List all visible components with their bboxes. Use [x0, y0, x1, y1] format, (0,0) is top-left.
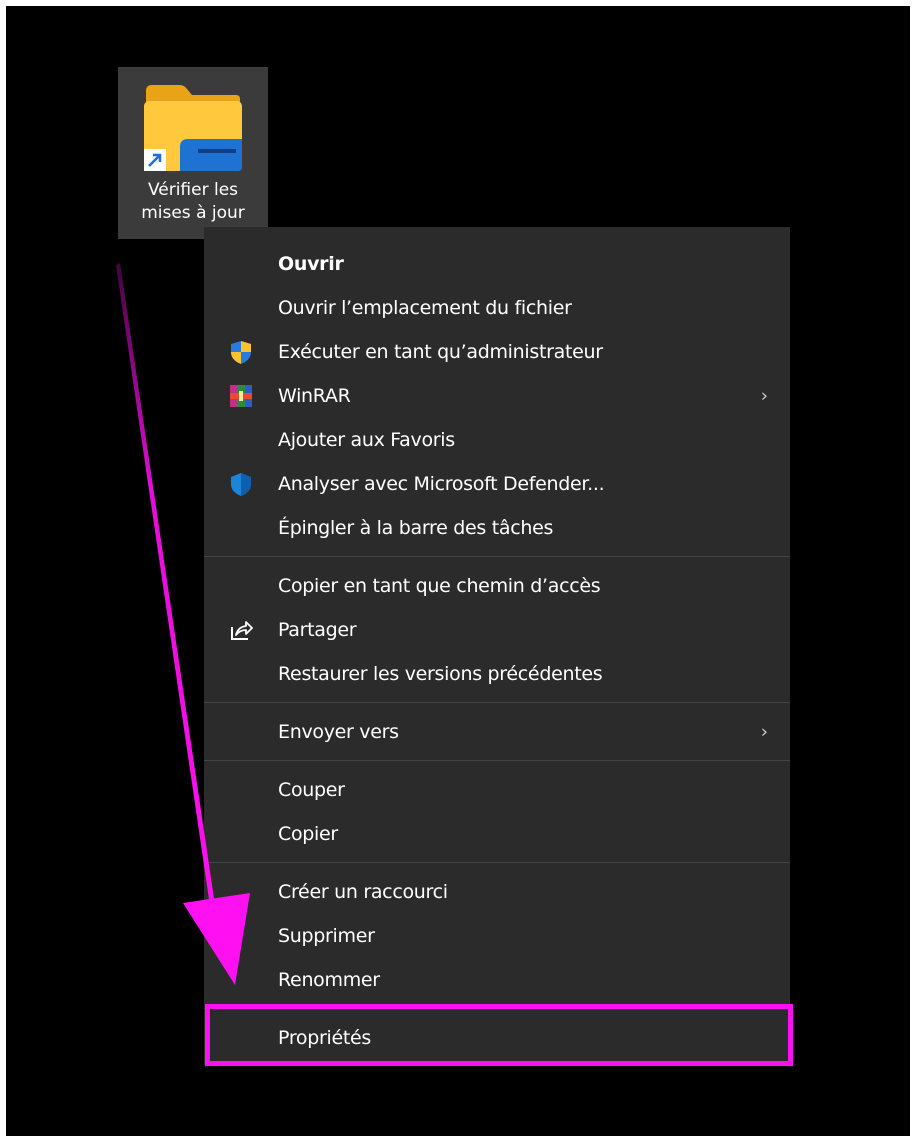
- menu-item-label: Analyser avec Microsoft Defender...: [278, 473, 605, 495]
- menu-item-copy[interactable]: Copier: [204, 813, 790, 855]
- menu-item-open-file-location[interactable]: Ouvrir l’emplacement du fichier: [204, 287, 790, 329]
- menu-item-open[interactable]: Ouvrir: [204, 243, 790, 285]
- defender-icon: [231, 473, 251, 496]
- menu-item-rename[interactable]: Renommer: [204, 959, 790, 1001]
- menu-item-copy-as-path[interactable]: Copier en tant que chemin d’accès: [204, 565, 790, 607]
- share-icon: [231, 621, 253, 640]
- menu-item-label: WinRAR: [278, 385, 351, 407]
- chevron-right-icon: ›: [760, 385, 768, 407]
- menu-item-label: Envoyer vers: [278, 721, 399, 743]
- menu-item-label: Ouvrir l’emplacement du fichier: [278, 297, 572, 319]
- uac-shield-icon: [231, 341, 251, 364]
- menu-item-label: Ouvrir: [278, 253, 344, 275]
- menu-separator: [204, 702, 790, 703]
- winrar-icon: [230, 385, 252, 407]
- menu-item-delete[interactable]: Supprimer: [204, 915, 790, 957]
- shortcut-label: Vérifier les mises à jour: [118, 179, 268, 225]
- highlight-box: [205, 1004, 793, 1066]
- menu-item-label: Restaurer les versions précédentes: [278, 663, 603, 685]
- menu-item-send-to[interactable]: Envoyer vers ›: [204, 711, 790, 753]
- chevron-right-icon: ›: [760, 721, 768, 743]
- menu-item-label: Copier en tant que chemin d’accès: [278, 575, 601, 597]
- menu-item-label: Créer un raccourci: [278, 881, 448, 903]
- menu-separator: [204, 760, 790, 761]
- folder-shortcut-icon: [144, 85, 242, 171]
- menu-item-add-to-favorites[interactable]: Ajouter aux Favoris: [204, 419, 790, 461]
- menu-item-cut[interactable]: Couper: [204, 769, 790, 811]
- menu-item-label: Renommer: [278, 969, 380, 991]
- menu-item-label: Couper: [278, 779, 345, 801]
- menu-separator: [204, 556, 790, 557]
- shortcut-label-line2: mises à jour: [141, 203, 245, 223]
- desktop-shortcut[interactable]: Vérifier les mises à jour: [118, 67, 268, 239]
- menu-item-label: Supprimer: [278, 925, 375, 947]
- menu-item-label: Partager: [278, 619, 357, 641]
- shortcut-label-line1: Vérifier les: [147, 180, 239, 200]
- context-menu: Ouvrir Ouvrir l’emplacement du fichier E…: [204, 227, 790, 1065]
- menu-item-pin-taskbar[interactable]: Épingler à la barre des tâches: [204, 507, 790, 549]
- menu-item-label: Copier: [278, 823, 338, 845]
- menu-item-label: Épingler à la barre des tâches: [278, 517, 554, 539]
- menu-item-winrar[interactable]: WinRAR ›: [204, 375, 790, 417]
- menu-item-label: Ajouter aux Favoris: [278, 429, 455, 451]
- menu-item-restore-versions[interactable]: Restaurer les versions précédentes: [204, 653, 790, 695]
- menu-separator: [204, 862, 790, 863]
- menu-item-label: Exécuter en tant qu’administrateur: [278, 341, 603, 363]
- menu-item-run-as-admin[interactable]: Exécuter en tant qu’administrateur: [204, 331, 790, 373]
- menu-item-scan-defender[interactable]: Analyser avec Microsoft Defender...: [204, 463, 790, 505]
- menu-item-share[interactable]: Partager: [204, 609, 790, 651]
- menu-item-create-shortcut[interactable]: Créer un raccourci: [204, 871, 790, 913]
